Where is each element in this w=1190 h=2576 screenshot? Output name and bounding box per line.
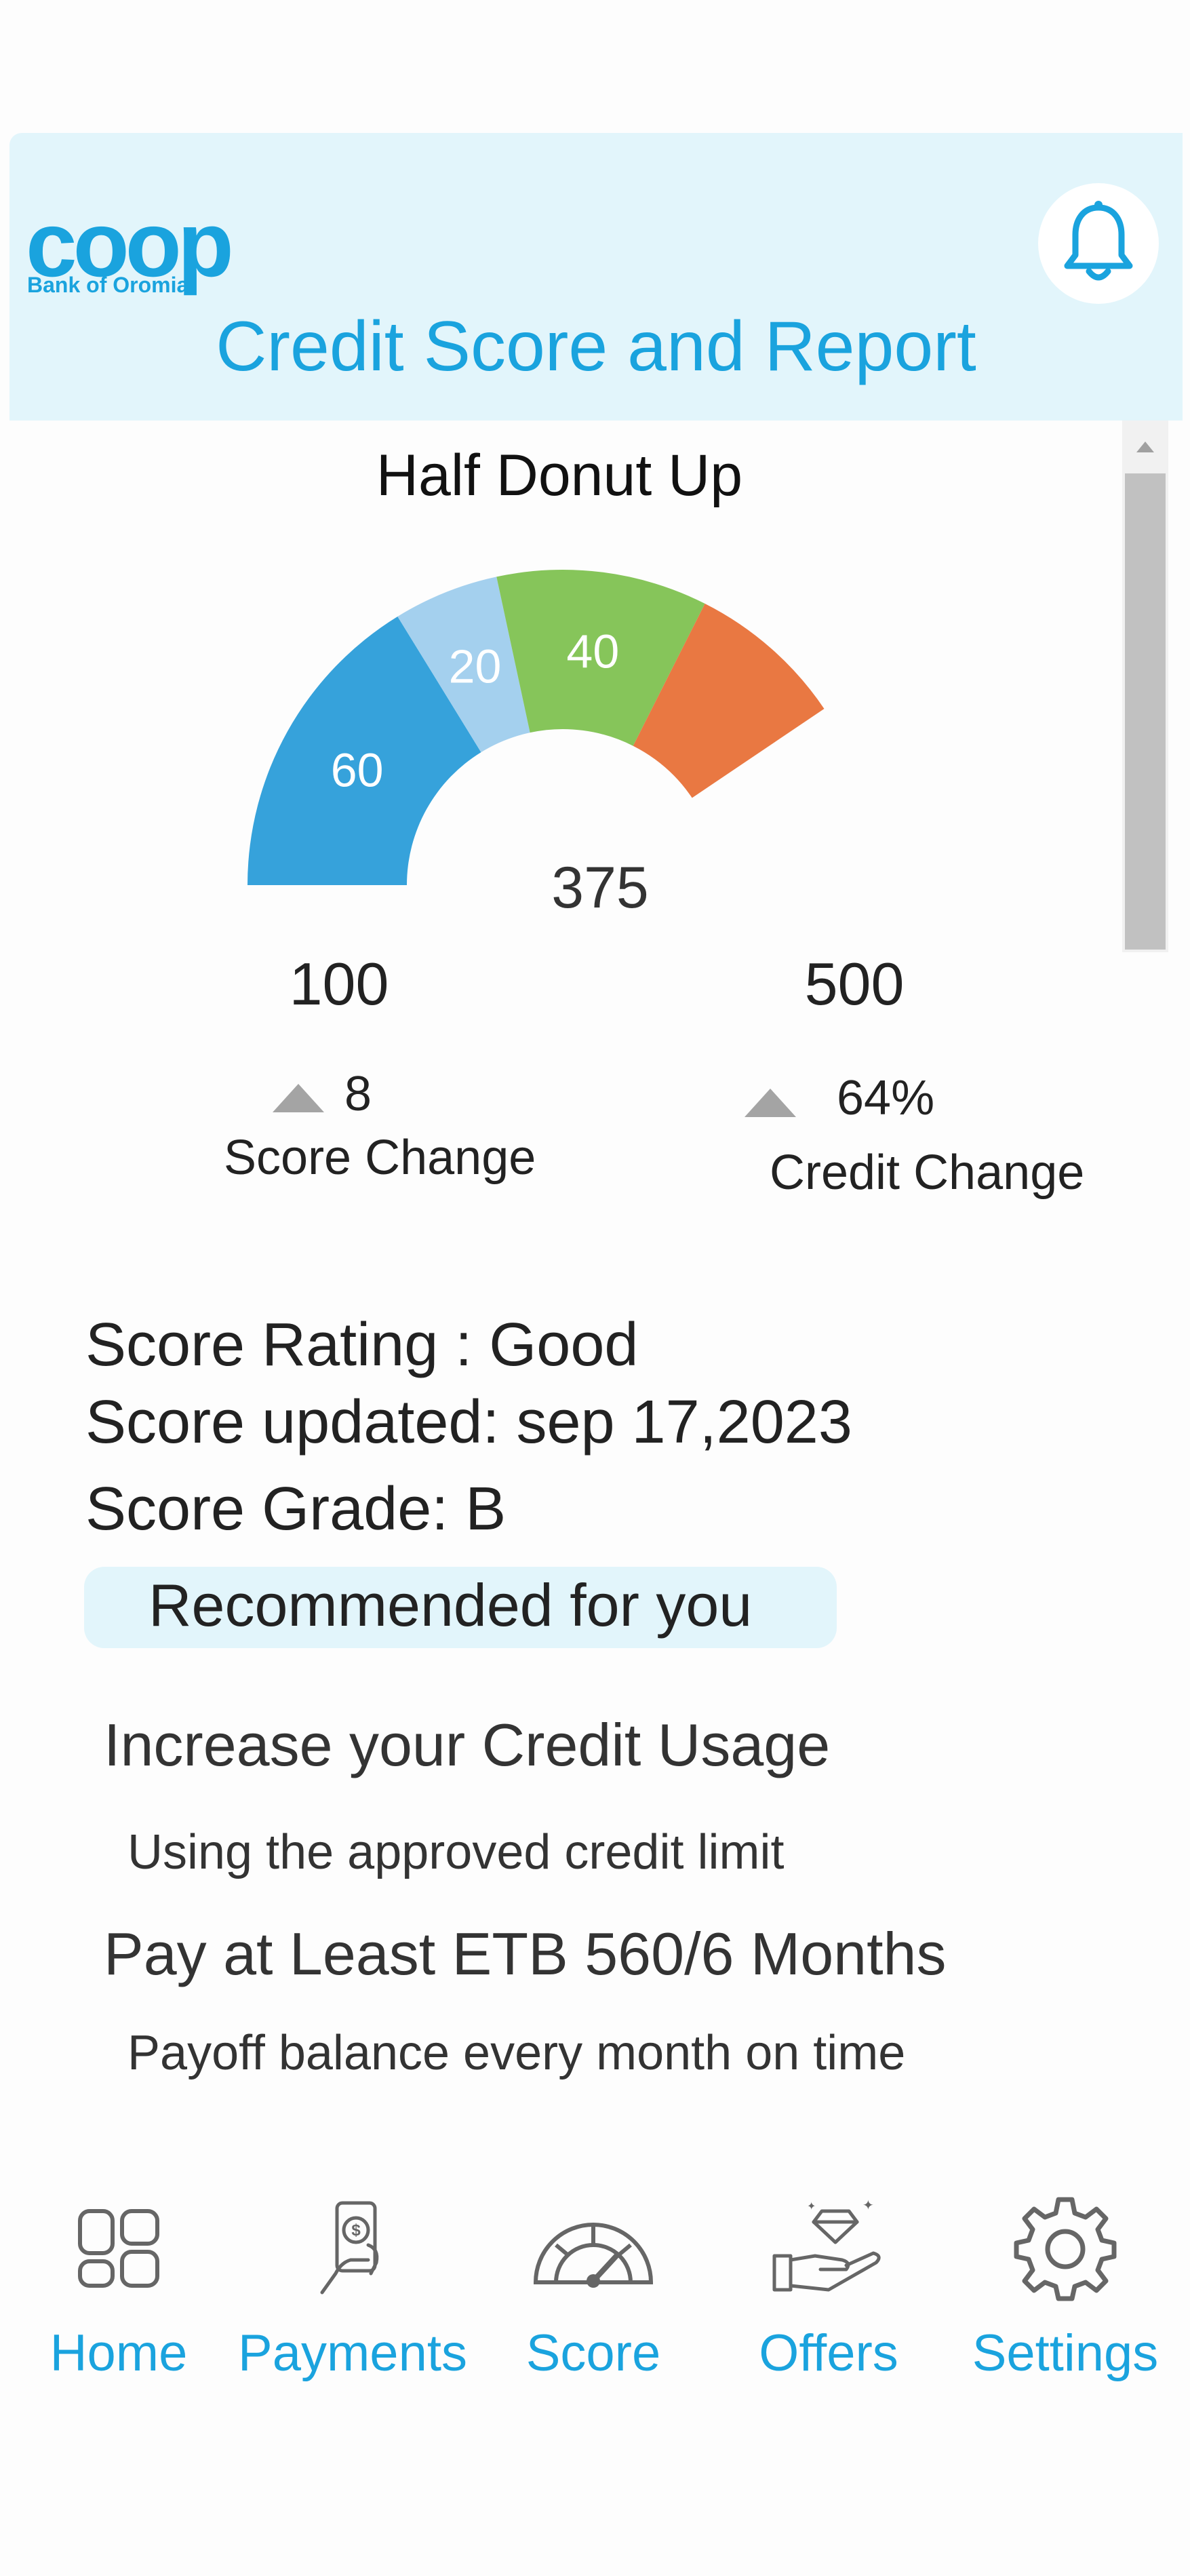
payments-icon: $ bbox=[285, 2191, 420, 2306]
offers-icon: ✦ ✦ bbox=[761, 2191, 896, 2306]
svg-text:✦: ✦ bbox=[862, 2198, 874, 2213]
score-rating: Score Rating : Good bbox=[85, 1311, 639, 1379]
svg-text:$: $ bbox=[351, 2221, 361, 2240]
score-change-value: 8 bbox=[344, 1067, 372, 1121]
nav-label: Home bbox=[49, 2324, 188, 2382]
coop-logo: coop Bank of Oromia bbox=[26, 198, 263, 298]
gauge-max-label: 500 bbox=[804, 950, 905, 1017]
gauge-value: 375 bbox=[551, 855, 649, 920]
nav-settings[interactable]: Settings bbox=[947, 2191, 1184, 2421]
recommended-label: Recommended for you bbox=[148, 1572, 753, 1639]
nav-payments[interactable]: $ Payments bbox=[234, 2191, 471, 2421]
gauge-min-label: 100 bbox=[289, 950, 389, 1017]
score-grade: Score Grade: B bbox=[85, 1475, 507, 1543]
gauge-segment-label: 40 bbox=[566, 625, 619, 678]
tip-subtitle: Using the approved credit limit bbox=[127, 1825, 785, 1879]
score-updated: Score updated: sep 17,2023 bbox=[85, 1388, 852, 1456]
page-title: Credit Score and Report bbox=[216, 307, 976, 386]
nav-offers[interactable]: ✦ ✦ Offers bbox=[710, 2191, 947, 2421]
scrollbar[interactable] bbox=[1122, 421, 1168, 952]
up-arrow-icon bbox=[273, 1084, 324, 1112]
up-arrow-icon bbox=[745, 1089, 796, 1117]
logo-subtitle: Bank of Oromia bbox=[27, 273, 189, 297]
scroll-up-arrow[interactable] bbox=[1122, 421, 1168, 473]
gauge-segment-label: 20 bbox=[449, 640, 502, 693]
app-header: coop Bank of Oromia Credit Score and Rep… bbox=[9, 133, 1183, 421]
tip-title: Pay at Least ETB 560/6 Months bbox=[104, 1920, 947, 1987]
gauge-segment-label: 60 bbox=[331, 743, 384, 796]
nav-score[interactable]: Score bbox=[475, 2191, 712, 2421]
nav-label: Settings bbox=[972, 2324, 1159, 2382]
scroll-thumb[interactable] bbox=[1125, 473, 1166, 950]
credit-score-gauge: Half Donut Up 60 20 40 375 100 500 bbox=[0, 434, 1119, 1017]
score-change-label: Score Change bbox=[224, 1131, 536, 1185]
credit-change-value: 64% bbox=[837, 1071, 935, 1125]
nav-home[interactable]: Home bbox=[0, 2191, 237, 2421]
notifications-button[interactable] bbox=[1038, 183, 1159, 304]
recommended-badge: Recommended for you bbox=[84, 1567, 837, 1648]
nav-label: Score bbox=[525, 2324, 661, 2382]
score-icon bbox=[525, 2191, 661, 2306]
home-icon bbox=[51, 2191, 186, 2306]
nav-label: Offers bbox=[759, 2324, 898, 2382]
nav-label: Payments bbox=[238, 2324, 467, 2382]
tip-title: Increase your Credit Usage bbox=[104, 1711, 831, 1778]
credit-change-label: Credit Change bbox=[770, 1146, 1085, 1200]
bottom-nav: Home $ Payments Score ✦ ✦ Offers Setting… bbox=[0, 2191, 1190, 2421]
bell-icon bbox=[1064, 201, 1133, 281]
tip-subtitle: Payoff balance every month on time bbox=[127, 2026, 906, 2080]
settings-icon bbox=[997, 2191, 1133, 2306]
svg-text:✦: ✦ bbox=[807, 2201, 816, 2212]
